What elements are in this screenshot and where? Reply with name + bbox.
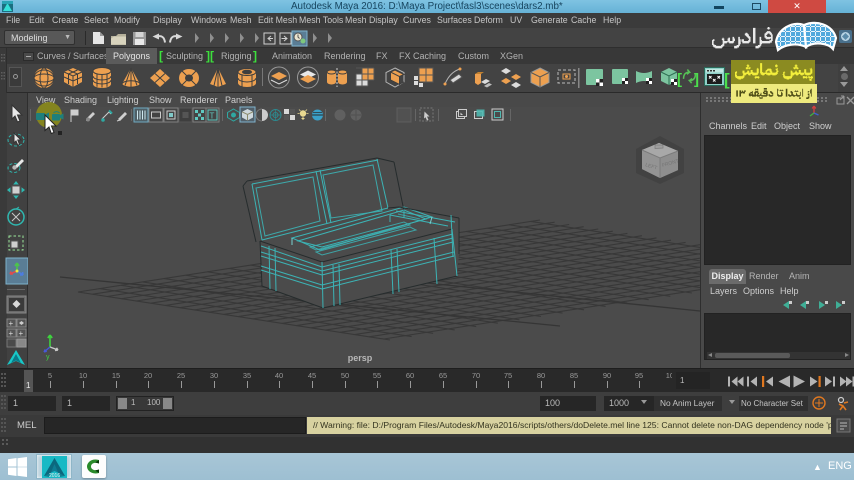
svg-text:40: 40 [275,371,283,380]
svg-text:2016: 2016 [49,473,60,479]
svg-text:65: 65 [439,371,447,380]
svg-text:persp: persp [348,353,373,363]
svg-text:20: 20 [144,371,152,380]
svg-text:1: 1 [26,381,31,390]
svg-text:90: 90 [603,371,611,380]
svg-text:[: [ [677,71,682,88]
svg-text:75: 75 [504,371,512,380]
svg-text:+: + [9,319,14,328]
svg-text:85: 85 [570,371,578,380]
svg-text:95: 95 [635,371,643,380]
svg-text:10: 10 [79,371,87,380]
svg-text:50: 50 [341,371,349,380]
svg-text:[: [ [724,70,730,89]
svg-text:70: 70 [472,371,480,380]
svg-text:45: 45 [308,371,316,380]
svg-text:25: 25 [177,371,185,380]
svg-text:T: T [210,112,215,121]
svg-text:60: 60 [406,371,414,380]
svg-text:35: 35 [243,371,251,380]
svg-text:y: y [46,354,50,361]
svg-text:15: 15 [112,371,120,380]
svg-text:30: 30 [210,371,218,380]
svg-text:100: 100 [666,371,672,380]
svg-text:55: 55 [373,371,381,380]
svg-text:]: ] [694,71,699,88]
svg-text:+: + [9,329,14,338]
svg-text:5: 5 [48,371,52,380]
svg-text:+: + [19,329,24,338]
svg-text:80: 80 [537,371,545,380]
